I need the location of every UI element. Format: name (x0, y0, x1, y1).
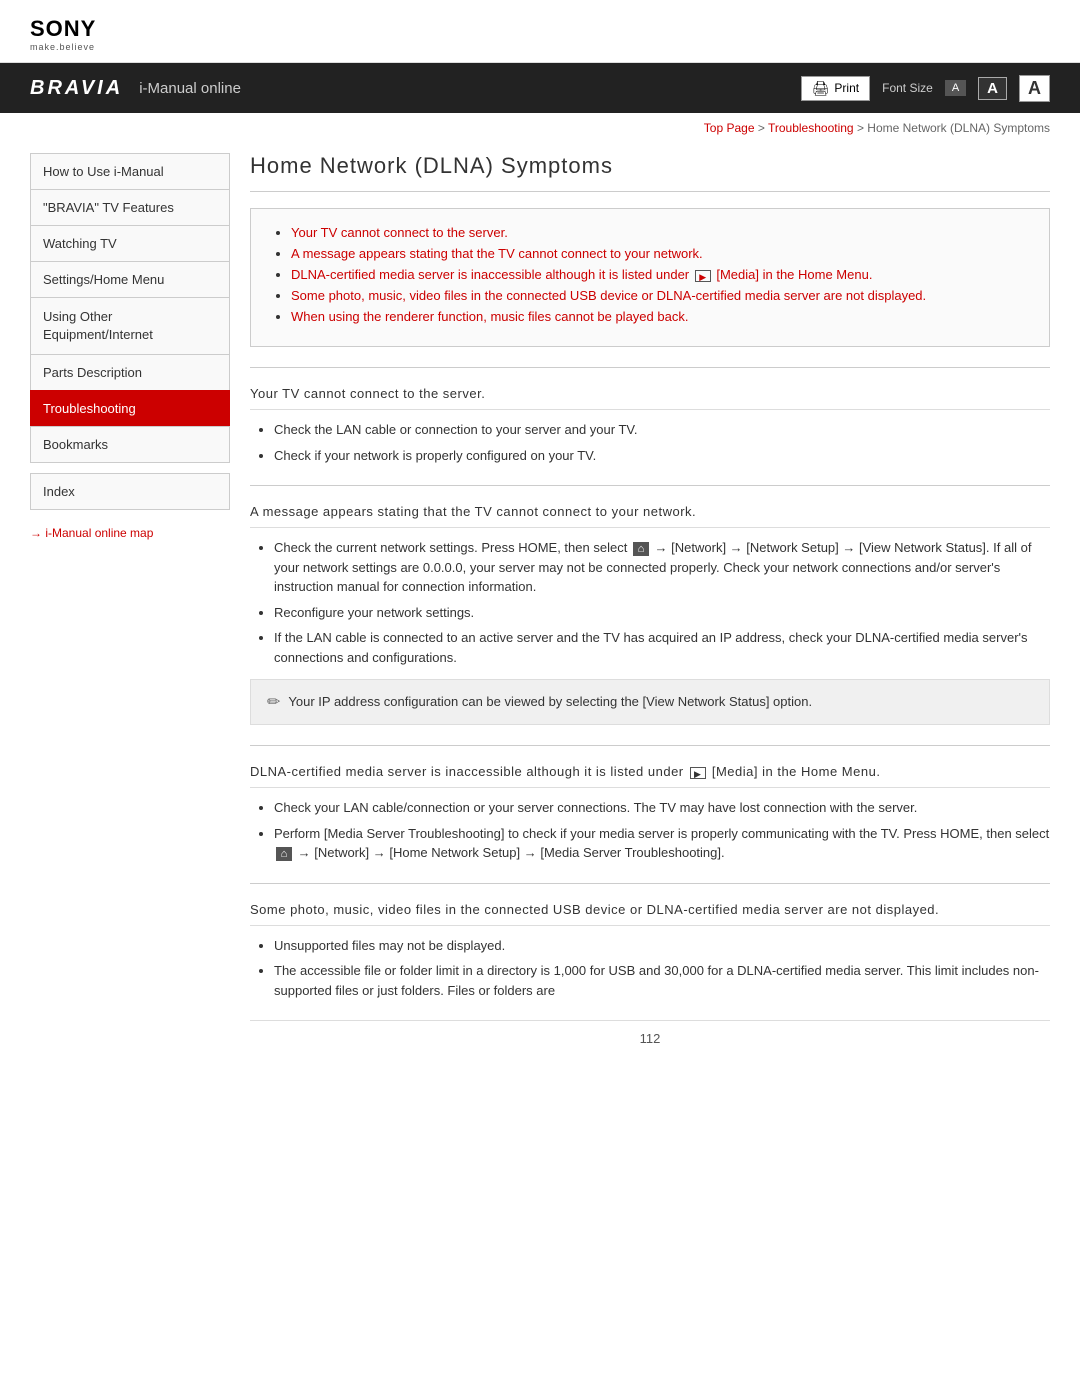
sidebar: How to Use i-Manual "BRAVIA" TV Features… (30, 153, 230, 1046)
divider-1 (250, 367, 1050, 368)
sony-logo: SONY make.believe (30, 18, 1050, 52)
print-label: Print (834, 81, 859, 95)
section-3-list: Check your LAN cable/connection or your … (250, 798, 1050, 863)
print-icon: 🖨 (812, 80, 830, 97)
content-area: Home Network (DLNA) Symptoms Your TV can… (250, 153, 1050, 1046)
page-title: Home Network (DLNA) Symptoms (250, 153, 1050, 192)
section-2: A message appears stating that the TV ca… (250, 504, 1050, 725)
section-2-bullet-2: Reconfigure your network settings. (274, 603, 1050, 623)
font-size-label: Font Size (882, 81, 933, 95)
sidebar-item-other-equipment[interactable]: Using Other Equipment/Internet (30, 297, 230, 354)
sidebar-item-bravia-features[interactable]: "BRAVIA" TV Features (30, 189, 230, 225)
sidebar-item-parts[interactable]: Parts Description (30, 354, 230, 390)
summary-link-2[interactable]: A message appears stating that the TV ca… (291, 246, 703, 261)
sidebar-item-settings[interactable]: Settings/Home Menu (30, 261, 230, 297)
breadcrumb: Top Page > Troubleshooting > Home Networ… (0, 113, 1080, 143)
summary-item-2: A message appears stating that the TV ca… (291, 246, 1029, 261)
breadcrumb-sep1: > (758, 121, 768, 135)
section-2-bullet-1: Check the current network settings. Pres… (274, 538, 1050, 597)
sidebar-item-troubleshooting[interactable]: Troubleshooting (30, 390, 230, 426)
summary-link-4[interactable]: Some photo, music, video files in the co… (291, 288, 926, 303)
sidebar-item-bookmarks[interactable]: Bookmarks (30, 426, 230, 463)
divider-4 (250, 883, 1050, 884)
section-2-list: Check the current network settings. Pres… (250, 538, 1050, 667)
summary-link-5[interactable]: When using the renderer function, music … (291, 309, 688, 324)
font-small-button[interactable]: A (945, 80, 966, 96)
breadcrumb-current: Home Network (DLNA) Symptoms (867, 121, 1050, 135)
navbar: BRAVIA i-Manual online 🖨 Print Font Size… (0, 63, 1080, 113)
main-layout: How to Use i-Manual "BRAVIA" TV Features… (0, 143, 1080, 1076)
media-icon-s3: ▶ (690, 767, 706, 779)
note-icon: ✏ (267, 692, 280, 712)
font-medium-button[interactable]: A (978, 77, 1007, 100)
section-1-bullet-2: Check if your network is properly config… (274, 446, 1050, 466)
home-icon-s2: ⌂ (633, 542, 649, 556)
section-4-title: Some photo, music, video files in the co… (250, 902, 1050, 926)
section-1-title: Your TV cannot connect to the server. (250, 386, 1050, 410)
sidebar-item-how-to-use[interactable]: How to Use i-Manual (30, 153, 230, 189)
summary-list: Your TV cannot connect to the server. A … (271, 225, 1029, 324)
section-3-bullet-1: Check your LAN cable/connection or your … (274, 798, 1050, 818)
section-1-bullet-1: Check the LAN cable or connection to you… (274, 420, 1050, 440)
media-icon-inline: ▶ (695, 270, 711, 282)
print-button[interactable]: 🖨 Print (801, 76, 870, 101)
section-3-bullet-2: Perform [Media Server Troubleshooting] t… (274, 824, 1050, 863)
breadcrumb-troubleshooting[interactable]: Troubleshooting (768, 121, 854, 135)
imanual-map-link[interactable]: → i-Manual online map (30, 522, 230, 544)
summary-item-3: DLNA-certified media server is inaccessi… (291, 267, 1029, 282)
imanual-title: i-Manual online (139, 80, 241, 97)
section-4: Some photo, music, video files in the co… (250, 902, 1050, 1001)
breadcrumb-top-page[interactable]: Top Page (704, 121, 755, 135)
summary-item-5: When using the renderer function, music … (291, 309, 1029, 324)
sidebar-item-watching-tv[interactable]: Watching TV (30, 225, 230, 261)
sidebar-item-index[interactable]: Index (30, 473, 230, 510)
bravia-logo: BRAVIA (30, 77, 123, 100)
section-1-list: Check the LAN cable or connection to you… (250, 420, 1050, 465)
section-1: Your TV cannot connect to the server. Ch… (250, 386, 1050, 465)
section-2-bullet-3: If the LAN cable is connected to an acti… (274, 628, 1050, 667)
summary-item-1: Your TV cannot connect to the server. (291, 225, 1029, 240)
breadcrumb-sep2: > (857, 121, 867, 135)
note-text: Your IP address configuration can be vie… (288, 692, 812, 712)
section-4-bullet-1: Unsupported files may not be displayed. (274, 936, 1050, 956)
header: SONY make.believe (0, 0, 1080, 63)
section-4-bullet-2: The accessible file or folder limit in a… (274, 961, 1050, 1000)
summary-link-3[interactable]: DLNA-certified media server is inaccessi… (291, 267, 872, 282)
divider-3 (250, 745, 1050, 746)
page-number: 112 (250, 1020, 1050, 1046)
home-icon-s3: ⌂ (276, 847, 292, 861)
summary-item-4: Some photo, music, video files in the co… (291, 288, 1029, 303)
section-2-title: A message appears stating that the TV ca… (250, 504, 1050, 528)
section-4-list: Unsupported files may not be displayed. … (250, 936, 1050, 1001)
summary-link-1[interactable]: Your TV cannot connect to the server. (291, 225, 508, 240)
section-3-title: DLNA-certified media server is inaccessi… (250, 764, 1050, 788)
note-box: ✏ Your IP address configuration can be v… (250, 679, 1050, 725)
section-3: DLNA-certified media server is inaccessi… (250, 764, 1050, 863)
font-large-button[interactable]: A (1019, 75, 1050, 102)
divider-2 (250, 485, 1050, 486)
summary-box: Your TV cannot connect to the server. A … (250, 208, 1050, 347)
